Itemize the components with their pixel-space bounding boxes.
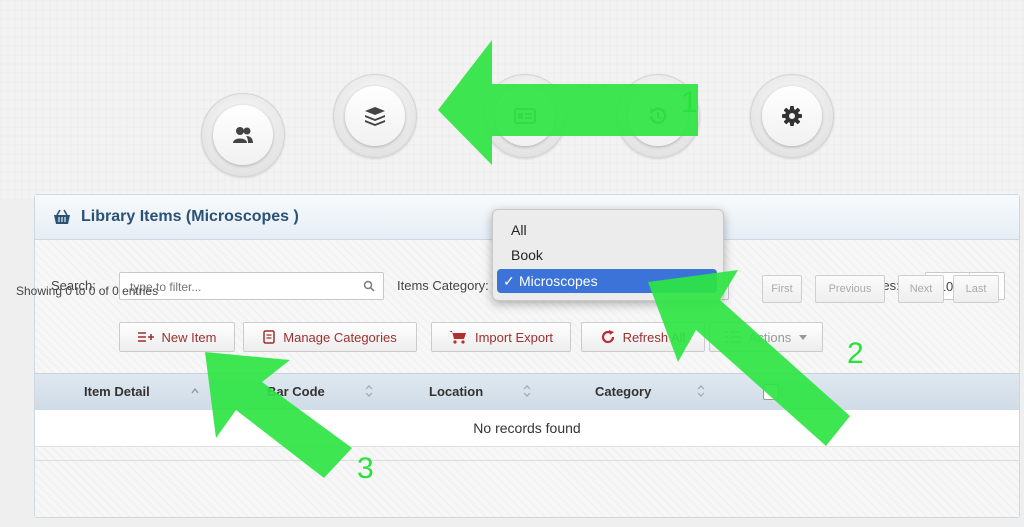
pagination-next[interactable]: Next [898,275,944,303]
empty-message: No records found [473,420,581,436]
sort-asc-icon[interactable] [191,383,199,399]
import-export-button[interactable]: Import Export [431,322,571,352]
column-category[interactable]: Category [595,384,651,399]
annotation-label-1: 1 [681,86,698,119]
refresh-all-button[interactable]: Refresh All [581,322,705,352]
new-item-button[interactable]: New Item [119,322,235,352]
manage-categories-button[interactable]: Manage Categories [243,322,417,352]
nav-button-library-items[interactable] [333,74,417,158]
category-dropdown-menu: All Book ✓ Microscopes [492,209,724,301]
manage-categories-label: Manage Categories [283,329,397,345]
actions-label: Actions [748,329,792,345]
dropdown-option-microscopes[interactable]: ✓ Microscopes [497,269,717,293]
id-card-icon [514,108,536,124]
annotation-label-2: 2 [847,337,864,370]
search-box[interactable] [119,272,384,300]
new-item-label: New Item [161,329,217,345]
cart-icon [448,331,466,344]
dropdown-option-book[interactable]: Book [511,247,543,263]
gear-icon [782,106,802,126]
document-icon [263,330,276,344]
divider [35,460,1019,461]
list-add-icon [137,332,154,342]
entries-info: Showing 0 to 0 of 0 entries [16,284,159,298]
pagination-last[interactable]: Last [953,275,999,303]
actions-button[interactable]: Actions [709,322,823,352]
refresh-all-label: Refresh All [622,329,686,345]
refresh-icon [601,330,614,344]
category-label: Items Category: [397,278,489,293]
column-location[interactable]: Location [429,384,483,399]
dropdown-option-all[interactable]: All [511,222,527,238]
search-input[interactable] [128,279,352,295]
checkmark-icon: ✓ [503,272,515,289]
column-bar-code[interactable]: Bar Code [267,384,325,399]
sort-icon[interactable] [365,383,373,399]
sort-icon[interactable] [523,383,531,399]
layers-icon [365,107,385,126]
table-header: Item Detail Bar Code Location Category [35,373,1019,411]
sort-icon[interactable] [697,383,705,399]
nav-button-users[interactable] [201,93,285,177]
search-icon [363,280,375,292]
pagination-first[interactable]: First [762,275,802,303]
annotation-label-3: 3 [357,452,374,485]
nav-button-cards[interactable] [483,74,567,158]
users-icon [233,127,253,143]
dropdown-option-label: Microscopes [519,273,598,289]
select-all-checkbox[interactable] [763,384,779,400]
chevron-down-icon [799,334,808,340]
basket-icon [54,209,70,224]
empty-row: No records found [35,410,1019,447]
list-icon [724,331,741,343]
pagination-previous[interactable]: Previous [815,275,885,303]
panel-title: Library Items (Microscopes ) [81,208,299,225]
column-item-detail[interactable]: Item Detail [84,384,150,399]
history-icon [649,107,667,124]
import-export-label: Import Export [474,329,554,345]
nav-button-settings[interactable] [750,74,834,158]
